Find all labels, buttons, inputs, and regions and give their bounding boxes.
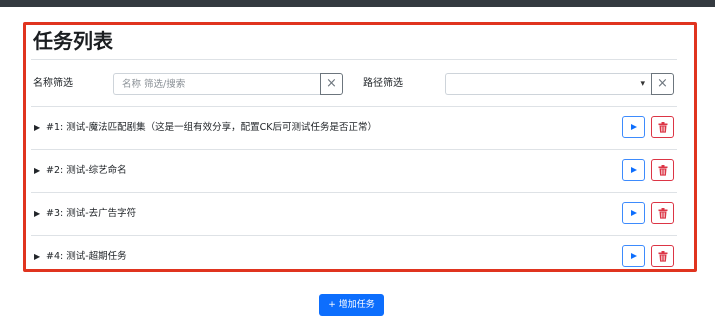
page-title: 任务列表 [33,29,113,53]
run-task-button[interactable] [622,245,645,267]
run-task-button[interactable] [622,159,645,181]
caret-right-icon[interactable]: ▶ [34,207,40,221]
trash-icon [658,165,668,176]
name-filter-label: 名称筛选 [33,78,73,89]
caret-right-icon[interactable]: ▶ [34,121,40,135]
close-icon: × [657,76,668,91]
trash-icon [658,208,668,219]
play-icon [631,124,637,130]
run-task-button[interactable] [622,202,645,224]
task-label[interactable]: #1: 测试-魔法匹配剧集（这是一组有效分享，配置CK后可测试任务是否正常） [46,120,377,136]
task-row[interactable]: ▶ #2: 测试-综艺命名 [31,150,677,192]
play-icon [631,167,637,173]
trash-icon [658,251,668,262]
name-filter-input[interactable] [113,73,320,95]
task-row[interactable]: ▶ #1: 测试-魔法匹配剧集（这是一组有效分享，配置CK后可测试任务是否正常） [31,107,677,149]
divider [31,59,677,60]
add-task-label: 增加任务 [338,300,375,310]
chevron-down-icon: ▾ [640,79,645,89]
trash-icon [658,122,668,133]
top-navbar [0,0,715,7]
caret-right-icon[interactable]: ▶ [34,250,40,264]
run-task-button[interactable] [622,116,645,138]
delete-task-button[interactable] [651,245,674,267]
task-label[interactable]: #3: 测试-去广告字符 [46,206,136,222]
path-filter-select[interactable]: ▾ [445,73,651,95]
name-filter-clear-button[interactable]: × [320,73,343,95]
add-task-button[interactable]: + 增加任务 [319,294,384,316]
close-icon: × [326,76,337,91]
plus-icon: + [328,300,336,310]
play-icon [631,210,637,216]
path-filter-clear-button[interactable]: × [651,73,674,95]
path-filter-label: 路径筛选 [363,78,403,89]
task-label[interactable]: #2: 测试-综艺命名 [46,163,127,179]
task-list-panel: 任务列表 名称筛选 × 路径筛选 ▾ × ▶ #1: 测试-魔法匹配剧集（这是一… [23,22,697,272]
delete-task-button[interactable] [651,202,674,224]
task-label[interactable]: #4: 测试-超期任务 [46,249,127,265]
caret-right-icon[interactable]: ▶ [34,164,40,178]
task-row[interactable]: ▶ #3: 测试-去广告字符 [31,193,677,235]
task-row[interactable]: ▶ #4: 测试-超期任务 [31,236,677,278]
delete-task-button[interactable] [651,159,674,181]
delete-task-button[interactable] [651,116,674,138]
play-icon [631,253,637,259]
